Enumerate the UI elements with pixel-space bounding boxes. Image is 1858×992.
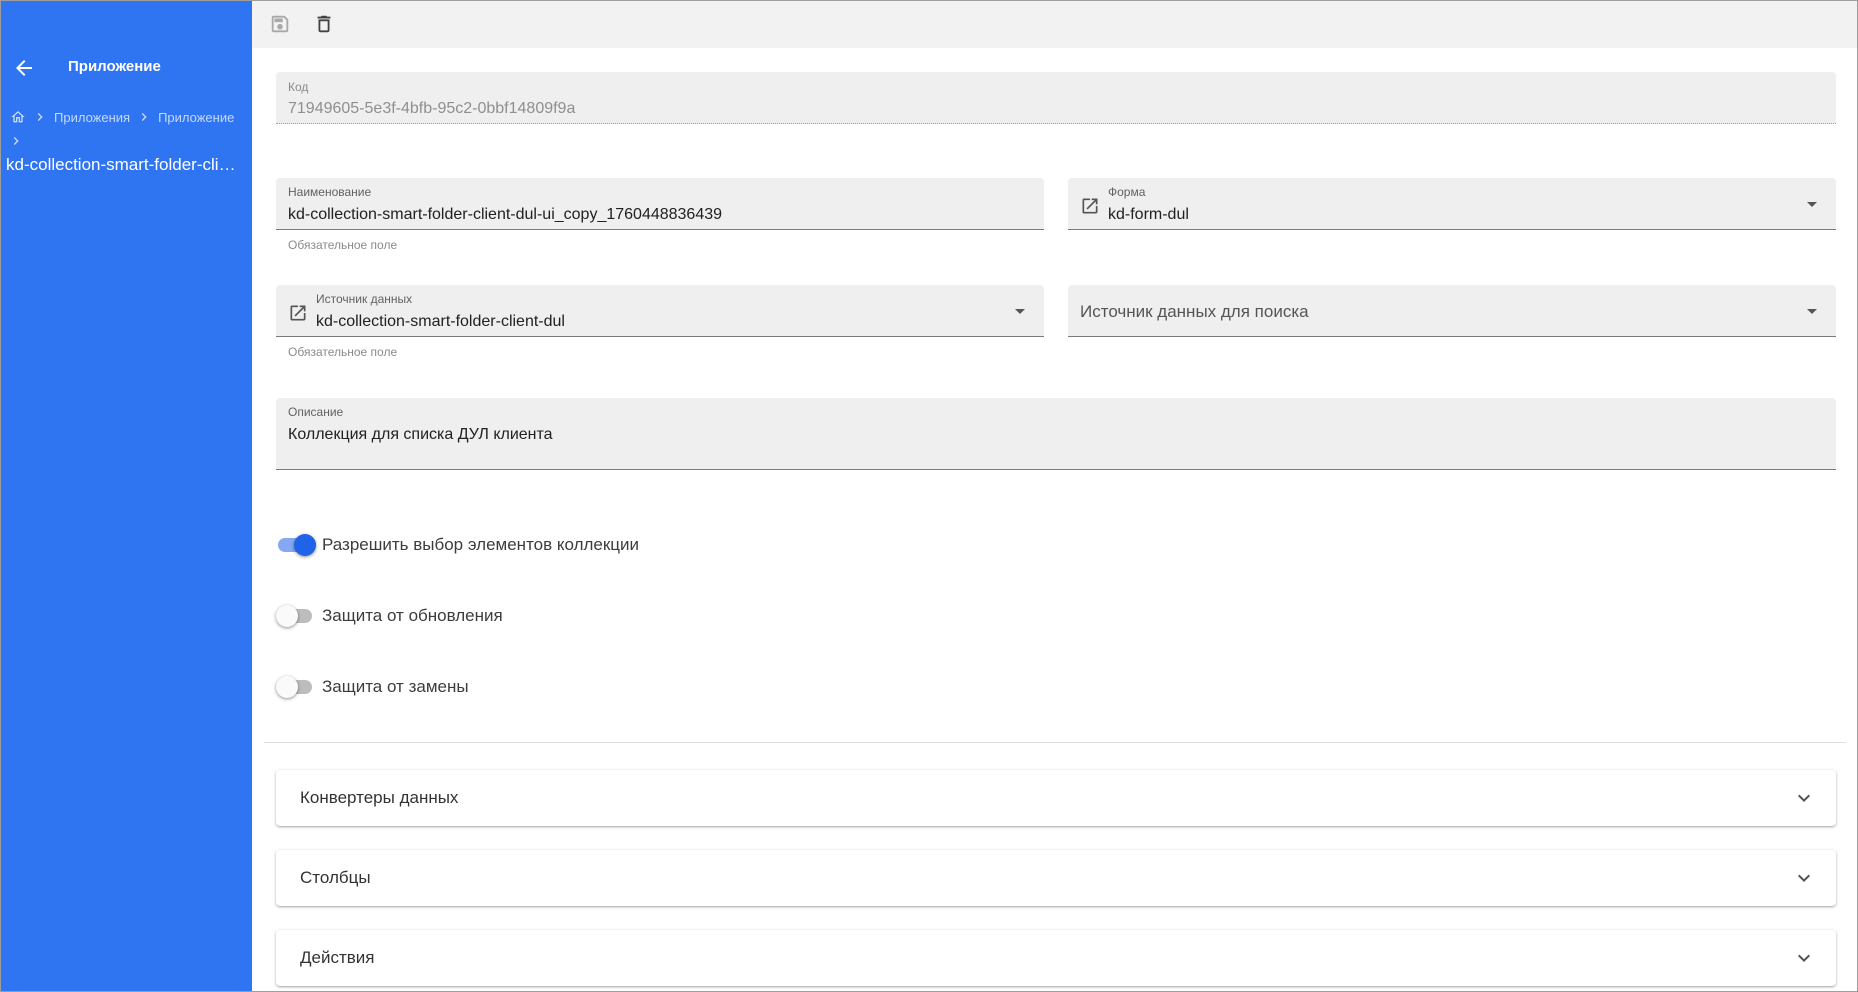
- toggle-label: Защита от обновления: [322, 606, 503, 625]
- search-data-source-field[interactable]: Источник данных для поиска: [1068, 285, 1836, 337]
- data-source-field[interactable]: Источник данных kd-collection-smart-fold…: [276, 285, 1044, 337]
- sidebar-title: Приложение: [68, 58, 161, 75]
- chevron-right-icon: [8, 133, 24, 149]
- panel-actions[interactable]: Действия: [276, 930, 1836, 986]
- trash-icon: [317, 15, 331, 33]
- dropdown-arrow-icon[interactable]: [1800, 299, 1824, 323]
- toggle-replace-protection: Защита от замены: [276, 672, 469, 702]
- home-icon[interactable]: [10, 109, 26, 125]
- open-in-new-icon[interactable]: [1080, 196, 1100, 216]
- code-field-value: 71949605-5e3f-4bfb-95c2-0bbf14809f9a: [288, 100, 576, 117]
- toggle-switch[interactable]: [276, 530, 316, 560]
- code-field: Код 71949605-5e3f-4bfb-95c2-0bbf14809f9a: [276, 72, 1836, 124]
- data-source-value: kd-collection-smart-folder-client-dul: [316, 313, 565, 330]
- panel-columns[interactable]: Столбцы: [276, 850, 1836, 906]
- form-select-field[interactable]: Форма kd-form-dul: [1068, 178, 1836, 230]
- save-icon: [271, 15, 289, 33]
- toggle-label: Разрешить выбор элементов коллекции: [322, 535, 640, 554]
- dropdown-arrow-icon[interactable]: [1008, 299, 1032, 323]
- form-select-value: kd-form-dul: [1108, 206, 1189, 223]
- name-field-label: Наименование: [288, 185, 372, 199]
- toggle-update-protection: Защита от обновления: [276, 601, 503, 631]
- chevron-right-icon: [136, 109, 152, 125]
- breadcrumb-item-applications[interactable]: Приложения: [54, 110, 130, 125]
- toggle-thumb: [294, 534, 316, 556]
- window-frame: [0, 0, 1858, 992]
- form-select-label: Форма: [1108, 185, 1146, 199]
- chevron-right-icon: [32, 109, 48, 125]
- sidebar-header: Приложение: [0, 48, 252, 88]
- delete-button[interactable]: [306, 6, 342, 42]
- toolbar: [252, 0, 1858, 48]
- code-field-label: Код: [288, 80, 309, 94]
- back-arrow-icon[interactable]: [12, 56, 36, 80]
- save-button[interactable]: [262, 6, 298, 42]
- breadcrumb-current: kd-collection-smart-folder-client-dul-ui…: [6, 155, 242, 174]
- toggle-label: Защита от замены: [322, 677, 469, 696]
- description-value[interactable]: Коллекция для списка ДУЛ клиента: [288, 426, 553, 444]
- chevron-down-icon[interactable]: [1792, 946, 1816, 970]
- search-data-source-placeholder: Источник данных для поиска: [1080, 302, 1309, 321]
- data-source-label: Источник данных: [316, 292, 413, 306]
- dropdown-arrow-icon[interactable]: [1800, 192, 1824, 216]
- open-in-new-icon[interactable]: [288, 303, 308, 323]
- breadcrumb: Приложения Приложение: [10, 108, 250, 149]
- panel-data-converters[interactable]: Конвертеры данных: [276, 770, 1836, 826]
- name-field-value[interactable]: kd-collection-smart-folder-client-dul-ui…: [288, 206, 722, 224]
- breadcrumb-item-application[interactable]: Приложение: [158, 110, 234, 125]
- panel-title: Столбцы: [300, 868, 371, 887]
- panel-title: Действия: [300, 948, 375, 967]
- data-source-hint: Обязательное поле: [288, 345, 398, 359]
- toggle-thumb: [276, 676, 298, 698]
- toggle-allow-selection: Разрешить выбор элементов коллекции: [276, 530, 639, 560]
- panel-title: Конвертеры данных: [300, 788, 459, 807]
- section-divider: [264, 742, 1846, 743]
- chevron-down-icon[interactable]: [1792, 786, 1816, 810]
- name-field-hint: Обязательное поле: [288, 238, 398, 252]
- toggle-thumb: [276, 605, 298, 627]
- toggle-switch[interactable]: [276, 672, 314, 702]
- toggle-switch[interactable]: [276, 601, 314, 631]
- description-field[interactable]: Описание Коллекция для списка ДУЛ клиент…: [276, 398, 1836, 470]
- name-field[interactable]: Наименование kd-collection-smart-folder-…: [276, 178, 1044, 230]
- description-label: Описание: [288, 405, 344, 419]
- chevron-down-icon[interactable]: [1792, 866, 1816, 890]
- sidebar: Приложение Приложения Приложение kd-coll…: [0, 0, 252, 992]
